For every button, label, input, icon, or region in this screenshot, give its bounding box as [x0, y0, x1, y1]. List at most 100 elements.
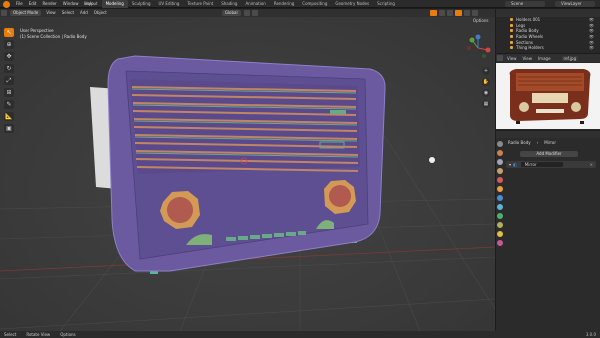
orientation-selector[interactable]: Global: [221, 10, 241, 16]
modifier-tab-icon[interactable]: [497, 195, 503, 201]
left-knob[interactable]: [167, 197, 193, 223]
scale-tool-icon[interactable]: ⤢: [4, 76, 14, 85]
outliner-item[interactable]: Thing Holders 👁: [496, 45, 600, 51]
particles-tab-icon[interactable]: [497, 204, 503, 210]
image-menu-view-2[interactable]: View: [521, 56, 535, 61]
proportional-edit-icon[interactable]: [251, 10, 258, 16]
image-editor-type-icon[interactable]: [497, 55, 503, 61]
editor-type-icon[interactable]: [1, 10, 7, 16]
physics-tab-icon[interactable]: [497, 213, 503, 219]
pan-icon[interactable]: ✋: [482, 78, 490, 86]
outliner-item-label: Radio Body: [516, 28, 539, 34]
visibility-icon[interactable]: 👁: [589, 28, 594, 33]
navigation-gizmo[interactable]: [464, 34, 492, 62]
shading-material-icon[interactable]: [463, 10, 470, 16]
add-cube-tool-icon[interactable]: ▣: [4, 124, 14, 133]
tab-rendering[interactable]: Rendering: [270, 0, 298, 8]
output-tab-icon[interactable]: [497, 159, 503, 165]
select-tool-icon[interactable]: ↖: [4, 28, 14, 37]
viewport-menu-select[interactable]: Select: [59, 9, 77, 17]
menu-edit[interactable]: Edit: [26, 0, 40, 8]
menu-file[interactable]: File: [13, 0, 26, 8]
zoom-icon[interactable]: +: [482, 67, 490, 75]
add-modifier-button[interactable]: Add Modifier: [520, 151, 578, 157]
viewport-menu-add[interactable]: Add: [77, 9, 91, 17]
measure-tool-icon[interactable]: 📐: [4, 112, 14, 121]
snap-icon[interactable]: [243, 10, 250, 16]
viewport-menu-view[interactable]: View: [43, 9, 59, 17]
modifier-name-field[interactable]: Mirror: [520, 162, 563, 167]
outliner-item-label: Holders.001: [516, 17, 541, 23]
visibility-icon[interactable]: 👁: [589, 17, 594, 22]
3d-viewport[interactable]: Object Mode View Select Add Object Globa…: [0, 9, 495, 331]
overlay-toggle-icon[interactable]: [429, 10, 437, 16]
tab-geometry-nodes[interactable]: Geometry Nodes: [331, 0, 373, 8]
material-tab-icon[interactable]: [497, 240, 503, 246]
camera-view-icon[interactable]: ◉: [482, 89, 490, 97]
version-label: 3.0.0: [585, 332, 596, 337]
reference-radio-photo: [496, 63, 600, 129]
tab-scripting[interactable]: Scripting: [373, 0, 399, 8]
scene-selector[interactable]: Scene: [505, 1, 545, 7]
status-bar: Select Rotate View Options 3.0.0: [0, 331, 600, 338]
light-object[interactable]: [429, 157, 435, 163]
tab-compositing[interactable]: Compositing: [298, 0, 331, 8]
ortho-toggle-icon[interactable]: ▦: [482, 100, 490, 108]
tab-sculpting[interactable]: Sculpting: [128, 0, 155, 8]
image-name-field[interactable]: ref.jpg: [561, 55, 579, 61]
cursor-tool-icon[interactable]: ⊕: [4, 40, 14, 49]
image-menu-image[interactable]: Image: [536, 56, 553, 61]
mode-selector[interactable]: Object Mode: [10, 10, 42, 16]
tab-animation[interactable]: Animation: [241, 0, 269, 8]
blender-logo-icon[interactable]: [3, 0, 10, 8]
tool-tab-icon[interactable]: [497, 141, 503, 147]
constraints-tab-icon[interactable]: [497, 222, 503, 228]
transform-tool-icon[interactable]: ⊞: [4, 88, 14, 97]
menu-render[interactable]: Render: [39, 0, 59, 8]
modifier-panel[interactable]: ▾ ◧ Mirror ×: [506, 161, 596, 168]
image-editor: View View Image ref.jpg: [496, 54, 600, 130]
image-menu-view[interactable]: View: [505, 56, 519, 61]
top-bar: File Edit Render Window Help Layout Mode…: [0, 0, 600, 8]
tab-texture-paint[interactable]: Texture Paint: [183, 0, 217, 8]
scene-tab-icon[interactable]: [497, 168, 503, 174]
expand-chevron-icon[interactable]: ▾: [509, 162, 511, 167]
breadcrumb-separator: ›: [536, 140, 539, 145]
visibility-icon[interactable]: 👁: [589, 23, 594, 28]
view-layer-selector[interactable]: ViewLayer: [555, 1, 595, 7]
menu-window[interactable]: Window: [60, 0, 82, 8]
visibility-icon[interactable]: 👁: [589, 45, 594, 50]
breadcrumb-object: Radio Body: [508, 140, 531, 145]
tab-layout[interactable]: Layout: [80, 0, 102, 8]
tool-shelf: ↖ ⊕ ✥ ↻ ⤢ ⊞ ✎ 📐 ▣: [4, 28, 16, 136]
active-object-label: (1) Scene Collection | Radio Body: [20, 34, 87, 39]
shading-rendered-icon[interactable]: [471, 10, 478, 16]
tab-uv-editing[interactable]: UV Editing: [155, 0, 184, 8]
collection-icon: [510, 35, 513, 39]
object-tab-icon[interactable]: [497, 186, 503, 192]
rotate-tool-icon[interactable]: ↻: [4, 64, 14, 73]
tab-shading[interactable]: Shading: [217, 0, 241, 8]
move-tool-icon[interactable]: ✥: [4, 52, 14, 61]
navigation-buttons: + ✋ ◉ ▦: [482, 67, 490, 111]
visibility-icon[interactable]: 👁: [589, 34, 594, 39]
status-options: Options: [60, 332, 76, 337]
shading-wire-icon[interactable]: [446, 10, 453, 16]
right-knob[interactable]: [329, 185, 351, 207]
render-tab-icon[interactable]: [497, 150, 503, 156]
collection-icon: [510, 23, 513, 27]
xray-icon[interactable]: [438, 10, 445, 16]
shading-solid-icon[interactable]: [454, 10, 462, 16]
annotate-tool-icon[interactable]: ✎: [4, 100, 14, 109]
modifier-close-icon[interactable]: ×: [590, 162, 593, 167]
breadcrumb-modifier: Mirror: [544, 140, 557, 145]
outliner-item-label: Radio Wheels: [516, 34, 544, 40]
tab-modeling[interactable]: Modeling: [101, 0, 128, 8]
options-button[interactable]: Options: [470, 17, 491, 25]
world-tab-icon[interactable]: [497, 177, 503, 183]
collection-icon: [510, 29, 513, 33]
visibility-icon[interactable]: 👁: [589, 40, 594, 45]
collection-icon: [510, 46, 513, 50]
viewport-menu-object[interactable]: Object: [91, 9, 110, 17]
data-tab-icon[interactable]: [497, 231, 503, 237]
